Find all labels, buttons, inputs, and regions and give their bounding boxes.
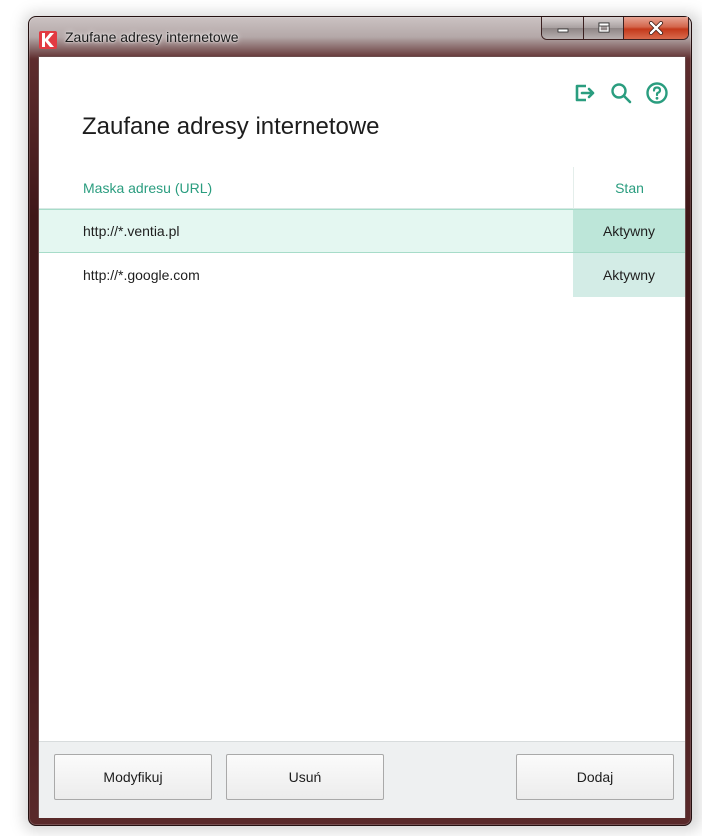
- maximize-icon: [598, 22, 609, 33]
- close-icon: [649, 21, 663, 35]
- page-title: Zaufane adresy internetowe: [82, 113, 380, 140]
- search-icon[interactable]: [609, 81, 633, 105]
- kaspersky-app-icon: [39, 31, 57, 49]
- delete-button[interactable]: Usuń: [226, 754, 384, 800]
- dialog-content: Zaufane adresy internetowe Maska adresu …: [38, 56, 686, 818]
- minimize-icon: [557, 28, 568, 33]
- export-icon[interactable]: [573, 81, 597, 105]
- modify-button[interactable]: Modyfikuj: [54, 754, 212, 800]
- close-button[interactable]: [624, 17, 688, 39]
- row-state: Aktywny: [573, 210, 685, 252]
- minimize-button[interactable]: [542, 17, 584, 39]
- table-row[interactable]: http://*.ventia.pl Aktywny: [39, 209, 685, 253]
- column-header-url[interactable]: Maska adresu (URL): [39, 167, 573, 209]
- maximize-button[interactable]: [584, 17, 624, 39]
- help-icon[interactable]: [645, 81, 669, 105]
- toolbar: [573, 81, 669, 105]
- row-url: http://*.google.com: [83, 267, 200, 283]
- row-state: Aktywny: [573, 253, 685, 297]
- column-header-state[interactable]: Stan: [573, 167, 685, 209]
- window-controls: [541, 17, 689, 40]
- table-row[interactable]: http://*.google.com Aktywny: [39, 253, 685, 297]
- window-title: Zaufane adresy internetowe: [65, 29, 239, 45]
- footer-bar: Modyfikuj Usuń Dodaj: [39, 741, 685, 818]
- row-url: http://*.ventia.pl: [83, 223, 180, 239]
- add-button[interactable]: Dodaj: [516, 754, 674, 800]
